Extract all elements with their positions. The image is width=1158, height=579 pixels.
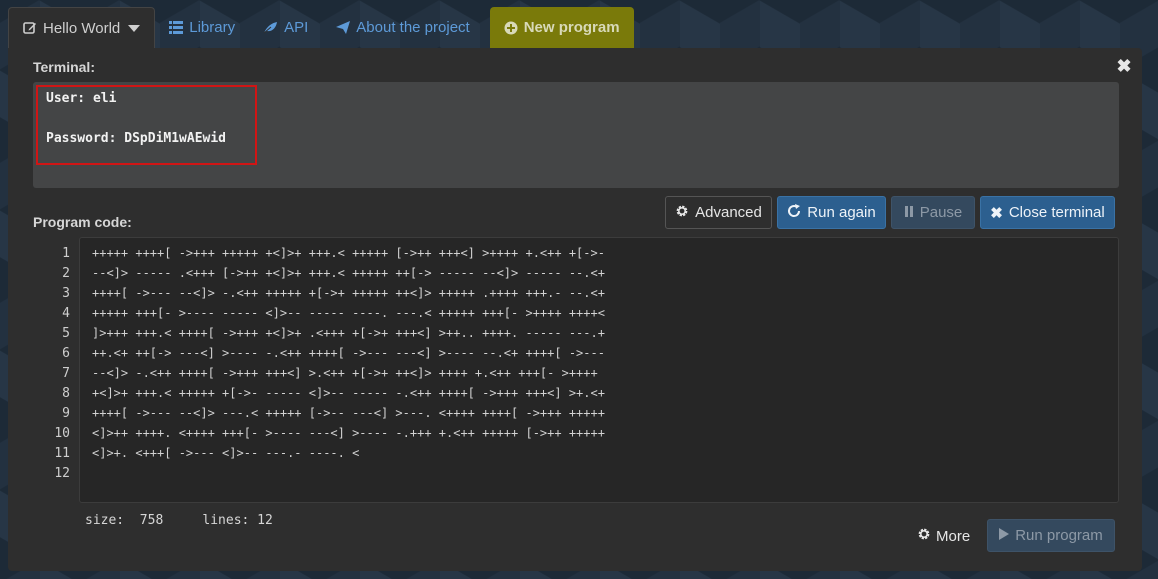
tab-label: New program [523,19,620,36]
refresh-icon [787,203,801,222]
run-again-label: Run again [807,204,876,221]
pause-label: Pause [919,204,963,221]
tab-label: Hello World [43,19,121,37]
close-icon[interactable]: ✖ [1114,56,1134,76]
code-line: ]>+++ +++.< ++++[ ->+++ +<]>+ .<+++ +[->… [92,326,605,340]
line-number: 12 [54,466,70,481]
terminal-password-line: Password: DSpDiM1wAEwid [46,131,227,146]
chevron-down-icon [128,24,141,32]
tab-bar: Hello World Library API About the projec… [8,7,634,48]
line-number: 5 [62,326,70,341]
code-line: ++++[ ->--- --<]> -.<++ +++++ +[->+ ++++… [92,286,605,300]
tab-label: API [284,19,309,36]
close-terminal-label: Close terminal [1008,204,1105,221]
run-program-label: Run program [1015,527,1103,544]
send-icon [336,21,351,34]
tab-about[interactable]: About the project [322,7,483,48]
edit-icon [23,21,37,35]
tab-new-program[interactable]: New program [489,7,634,48]
terminal-label: Terminal: [33,59,95,75]
run-program-button[interactable]: Run program [987,519,1115,552]
times-icon: ✖ [990,204,1003,222]
pause-button[interactable]: Pause [891,196,975,229]
line-number: 6 [62,346,70,361]
program-stats: size: 758 lines: 12 [85,513,273,528]
code-line: --<]> ----- .<+++ [->++ +<]>+ +++.< ++++… [92,266,605,280]
gear-icon [675,204,689,222]
terminal-user-line: User: eli [46,91,117,106]
main-panel: Terminal: ✖ User: eli Password: DSpDiM1w… [8,48,1142,571]
tab-library[interactable]: Library [155,7,249,48]
line-number: 7 [62,366,70,381]
more-label: More [936,527,971,545]
program-code-label: Program code: [33,214,132,230]
terminal-output: User: eli Password: DSpDiM1wAEwid [33,82,1119,188]
advanced-button[interactable]: Advanced [665,196,772,229]
code-line: --<]> -.<++ ++++[ ->+++ +++<] >.<++ +[->… [92,366,598,380]
code-line: <]>+. <+++[ ->--- <]>-- ---.- ----. < [92,446,360,460]
close-terminal-button[interactable]: ✖ Close terminal [980,196,1115,229]
line-number: 2 [62,266,70,281]
run-again-button[interactable]: Run again [777,196,886,229]
line-number: 11 [54,446,70,461]
tab-hello-world[interactable]: Hello World [8,7,156,48]
gear-icon [917,527,931,545]
code-line: +++++ +++[- >---- ----- <]>-- ----- ----… [92,306,605,320]
code-line: <]>++ ++++. <++++ +++[- >---- ---<] >---… [92,426,605,440]
leaf-icon [263,21,278,34]
tab-api[interactable]: API [249,7,322,48]
code-editor[interactable]: 1 2 3 4 5 6 7 8 9 10 11 12 +++++ ++++[ ->+++ +++++ … [54,237,1119,503]
pause-icon [904,204,914,221]
list-icon [169,21,184,34]
tab-label: About the project [356,19,470,36]
line-number: 1 [62,246,70,261]
play-icon [999,527,1010,544]
code-line: +++++ ++++[ ->+++ +++++ +<]>+ +++.< ++++… [92,246,605,260]
plus-circle-icon [504,21,518,35]
line-number: 9 [62,406,70,421]
line-number: 4 [62,306,70,321]
code-line: +<]>+ +++.< +++++ +[->- ----- <]>-- ----… [92,386,605,400]
line-number: 8 [62,386,70,401]
more-button[interactable]: More [917,526,970,546]
code-line: ++++[ ->--- --<]> ---.< +++++ [->-- ---<… [92,406,605,420]
code-line: ++.<+ ++[-> ---<] >---- -.<++ ++++[ ->--… [92,346,605,360]
advanced-label: Advanced [695,204,762,221]
line-number: 10 [54,426,70,441]
tab-label: Library [189,19,236,36]
line-number: 3 [62,286,70,301]
